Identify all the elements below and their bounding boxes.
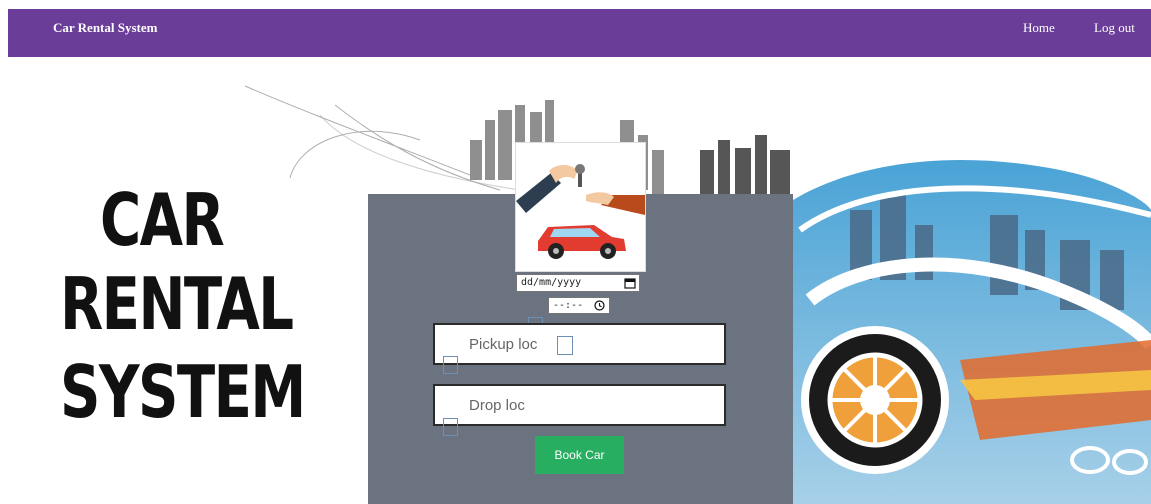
date-input-placeholder: dd/mm/yyyy (521, 277, 582, 288)
brand-link[interactable]: Car Rental System (53, 9, 157, 47)
pickup-field-box (557, 336, 573, 355)
nav-logout-link[interactable]: Log out (1094, 9, 1135, 47)
top-navbar: Car Rental System Home Log out (8, 9, 1151, 57)
calendar-icon[interactable] (624, 277, 636, 289)
pickup-date-input[interactable]: dd/mm/yyyy (516, 274, 640, 292)
hero-title-line-3: SYSTEM (60, 350, 306, 434)
pickup-time-input[interactable]: --:-- (548, 297, 610, 314)
time-input-placeholder: --:-- (553, 300, 584, 311)
key-handover-car-icon (516, 164, 645, 259)
hero-title-line-2: RENTAL (60, 262, 294, 346)
car-rental-illustration (515, 142, 646, 272)
pickup-field-marker (443, 356, 458, 374)
drop-field-marker (443, 418, 458, 436)
drop-location-input[interactable] (433, 384, 726, 426)
nav-home-link[interactable]: Home (1023, 9, 1055, 47)
clock-icon[interactable] (594, 300, 605, 311)
hero-title-line-1: CAR (100, 178, 225, 262)
book-car-button[interactable]: Book Car (535, 436, 624, 474)
pickup-location-input[interactable] (433, 323, 726, 365)
